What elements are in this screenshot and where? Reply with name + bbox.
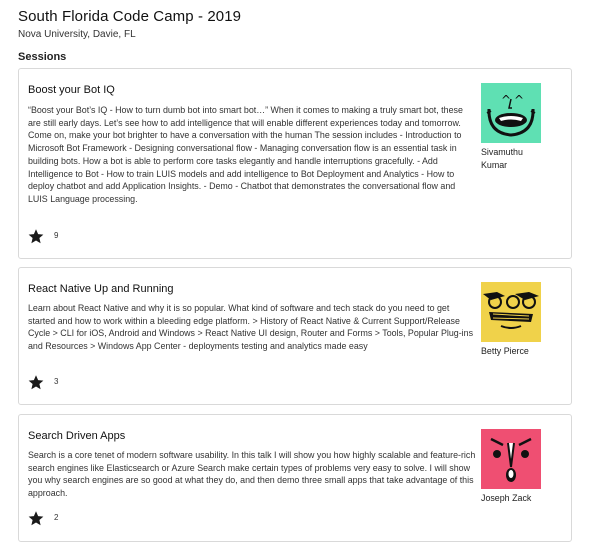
speaker-name[interactable]: Betty Pierce [481,345,551,358]
star-icon[interactable] [27,228,45,245]
vote-count: 3 [54,377,59,386]
session-card-boost-your-bot-iq[interactable]: Boost your Bot IQ “Boost your Bot’s IQ -… [18,68,572,259]
star-icon[interactable] [27,510,45,527]
vote-count: 2 [54,513,59,522]
speaker-name[interactable]: Joseph Zack [481,492,551,505]
face-illustration-icon [481,429,541,489]
sessions-heading: Sessions [18,51,67,63]
session-title[interactable]: Search Driven Apps [28,430,125,442]
session-title[interactable]: React Native Up and Running [28,283,174,295]
session-title[interactable]: Boost your Bot IQ [28,84,115,96]
speaker-avatar[interactable]: ^ ^ [481,83,541,143]
event-title: South Florida Code Camp - 2019 [18,8,242,25]
star-icon[interactable] [27,374,45,391]
session-card-react-native-up-and-running[interactable]: React Native Up and Running Learn about … [18,267,572,405]
session-card-search-driven-apps[interactable]: Search Driven Apps Search is a core tene… [18,414,572,542]
event-venue: Nova University, Davie, FL [18,29,136,40]
speaker-name[interactable]: Sivamuthu Kumar [481,146,551,171]
face-illustration-icon: ^ ^ [481,83,541,143]
vote-count: 9 [54,231,59,240]
face-illustration-icon [481,282,541,342]
speaker-avatar[interactable] [481,429,541,489]
page: South Florida Code Camp - 2019 Nova Univ… [0,0,600,547]
svg-text:^: ^ [514,93,524,107]
session-description: Search is a core tenet of modern softwar… [28,450,476,499]
speaker-avatar[interactable] [481,282,541,342]
session-description: “Boost your Bot’s IQ - How to turn dumb … [28,105,463,204]
session-description: Learn about React Native and why it is s… [28,303,474,352]
